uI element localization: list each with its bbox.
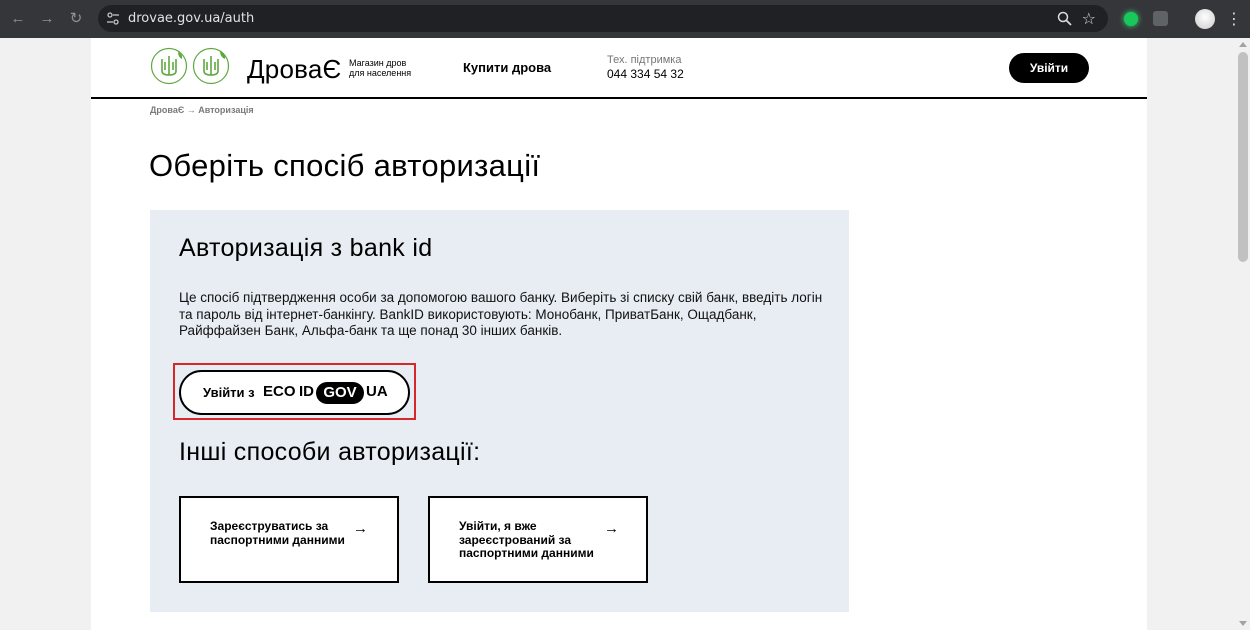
register-passport-label: Зареєструватись за паспортними данними <box>210 519 345 547</box>
login-passport-card[interactable]: Увійти, я вже зареєстрований за паспортн… <box>428 496 648 583</box>
browser-toolbar: ← → ↻ drovae.gov.ua/auth ☆ ⋮ <box>0 0 1250 38</box>
eco-logo-part-4: UA <box>366 383 388 400</box>
scroll-up-arrow-icon[interactable] <box>1239 42 1247 47</box>
reload-icon[interactable]: ↻ <box>66 9 86 29</box>
nav-buy-wood-link[interactable]: Купити дрова <box>463 60 551 75</box>
header-login-button[interactable]: Увійти <box>1009 53 1089 83</box>
scroll-thumb[interactable] <box>1238 52 1248 262</box>
forward-icon[interactable]: → <box>37 9 57 29</box>
eco-logo-part-1: ECO <box>263 383 296 400</box>
brand-tagline-line-2: для населення <box>349 68 412 78</box>
page: ДроваЄ Магазин дров для населення Купити… <box>91 38 1147 630</box>
support-label: Тех. підтримка <box>607 54 682 66</box>
other-methods-title: Інші способи авторизації: <box>179 438 481 466</box>
support-phone[interactable]: 044 334 54 32 <box>607 67 684 81</box>
site-info-icon[interactable] <box>106 12 120 25</box>
auth-panel: Авторизація з bank id Це спосіб підтверд… <box>150 210 849 612</box>
register-passport-card[interactable]: Зареєструватись за паспортними данними → <box>179 496 399 583</box>
back-icon[interactable]: ← <box>8 9 28 29</box>
eco-button-prefix: Увійти з <box>203 385 255 400</box>
extensions-puzzle-icon[interactable] <box>1153 11 1168 26</box>
trident-leaf-logo-icon[interactable] <box>192 47 230 85</box>
trident-logo-icon[interactable] <box>150 47 188 85</box>
arrow-right-icon: → <box>604 520 619 537</box>
page-scrollbar[interactable] <box>1236 38 1250 630</box>
url-text[interactable]: drovae.gov.ua/auth <box>128 11 254 26</box>
bankid-description: Це спосіб підтвердження особи за допомог… <box>179 290 823 338</box>
brand-name[interactable]: ДроваЄ <box>247 54 341 85</box>
header-divider <box>91 97 1147 99</box>
breadcrumb[interactable]: ДроваЄ → Авторизація <box>150 105 254 115</box>
address-bar[interactable]: drovae.gov.ua/auth ☆ <box>98 5 1108 32</box>
scroll-down-arrow-icon[interactable] <box>1239 621 1247 626</box>
zoom-icon[interactable] <box>1057 11 1072 26</box>
brand-tagline-line-1: Магазин дров <box>349 58 407 68</box>
menu-kebab-icon[interactable]: ⋮ <box>1226 9 1242 29</box>
profile-avatar[interactable] <box>1195 9 1215 29</box>
login-passport-label: Увійти, я вже зареєстрований за паспортн… <box>459 519 594 560</box>
extension-icon[interactable] <box>1124 12 1138 26</box>
bankid-title: Авторизація з bank id <box>179 234 433 262</box>
page-title: Оберіть спосіб авторизації <box>149 148 541 183</box>
arrow-right-icon: → <box>353 520 368 537</box>
eco-logo-part-2: ID <box>299 383 314 400</box>
eco-logo-gov-pill: GOV <box>316 382 364 404</box>
eco-id-gov-ua-login-button[interactable]: Увійти з ECO ID GOV UA <box>179 370 410 415</box>
bookmark-star-icon[interactable]: ☆ <box>1082 9 1096 29</box>
brand-tagline: Магазин дров для населення <box>349 58 411 78</box>
